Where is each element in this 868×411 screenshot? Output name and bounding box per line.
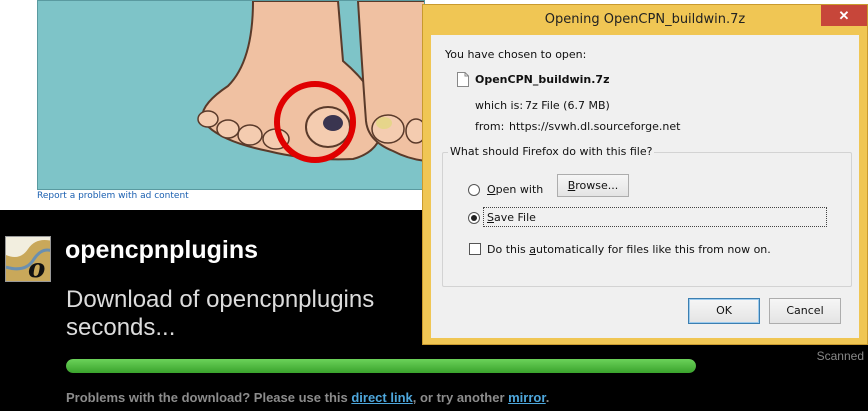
scanned-label: Scanned — [816, 349, 864, 363]
download-progress-bar — [66, 359, 696, 373]
which-is-value: 7z File (6.7 MB) — [525, 99, 610, 112]
project-name: opencpnplugins — [65, 236, 259, 264]
browse-button[interactable]: Browse... — [557, 174, 629, 197]
from-label: from: — [475, 120, 505, 133]
dialog-titlebar[interactable]: Opening OpenCPN_buildwin.7z ✕ — [423, 5, 867, 34]
from-value: https://svwh.dl.sourceforge.net — [509, 120, 681, 133]
auto-checkbox[interactable] — [469, 243, 481, 255]
open-with-rest: pen with — [495, 183, 544, 196]
svg-text:o: o — [28, 254, 45, 282]
file-icon — [457, 72, 469, 87]
save-rest: ave File — [493, 211, 536, 224]
problems-text: Problems with the download? Please use t… — [66, 390, 549, 405]
ok-button[interactable]: OK — [688, 298, 760, 324]
problems-suffix: . — [545, 390, 550, 405]
ad-report-link[interactable]: Report a problem with ad content — [37, 191, 189, 201]
auto-prefix: Do this — [487, 243, 530, 256]
direct-link[interactable]: direct link — [351, 390, 412, 405]
ad-image[interactable] — [37, 0, 425, 190]
save-file-label[interactable]: Save File — [487, 211, 536, 224]
close-button[interactable]: ✕ — [821, 5, 867, 26]
file-name: OpenCPN_buildwin.7z — [475, 73, 610, 86]
cancel-button[interactable]: Cancel — [769, 298, 841, 324]
open-file-dialog: Opening OpenCPN_buildwin.7z ✕ You have c… — [422, 4, 868, 345]
open-with-accel: O — [487, 183, 496, 196]
open-with-label[interactable]: Open with — [487, 183, 543, 196]
dialog-title: Opening OpenCPN_buildwin.7z — [544, 12, 746, 27]
save-accel: S — [487, 211, 494, 224]
auto-accel: a — [529, 243, 537, 256]
close-icon: ✕ — [838, 8, 850, 23]
chosen-label: You have chosen to open: — [445, 48, 587, 61]
auto-rest: utomatically for files like this from no… — [536, 243, 771, 256]
feet-illustration — [197, 1, 424, 163]
progress-fill — [66, 359, 696, 373]
download-message: Download of opencpnplugins seconds... — [66, 286, 375, 341]
auto-label[interactable]: Do this automatically for files like thi… — [487, 243, 771, 256]
mirror-link[interactable]: mirror — [508, 390, 546, 405]
problems-prefix: Problems with the download? Please use t… — [66, 390, 352, 405]
browse-rest: rowse... — [575, 179, 619, 192]
project-logo: o — [5, 236, 51, 282]
which-is-label: which is: — [475, 99, 524, 112]
problems-middle: , or try another — [412, 390, 509, 405]
open-with-radio[interactable] — [468, 184, 480, 196]
save-file-radio[interactable] — [468, 212, 480, 224]
dialog-body: You have chosen to open: OpenCPN_buildwi… — [431, 35, 859, 338]
action-group-title: What should Firefox do with this file? — [448, 145, 655, 158]
